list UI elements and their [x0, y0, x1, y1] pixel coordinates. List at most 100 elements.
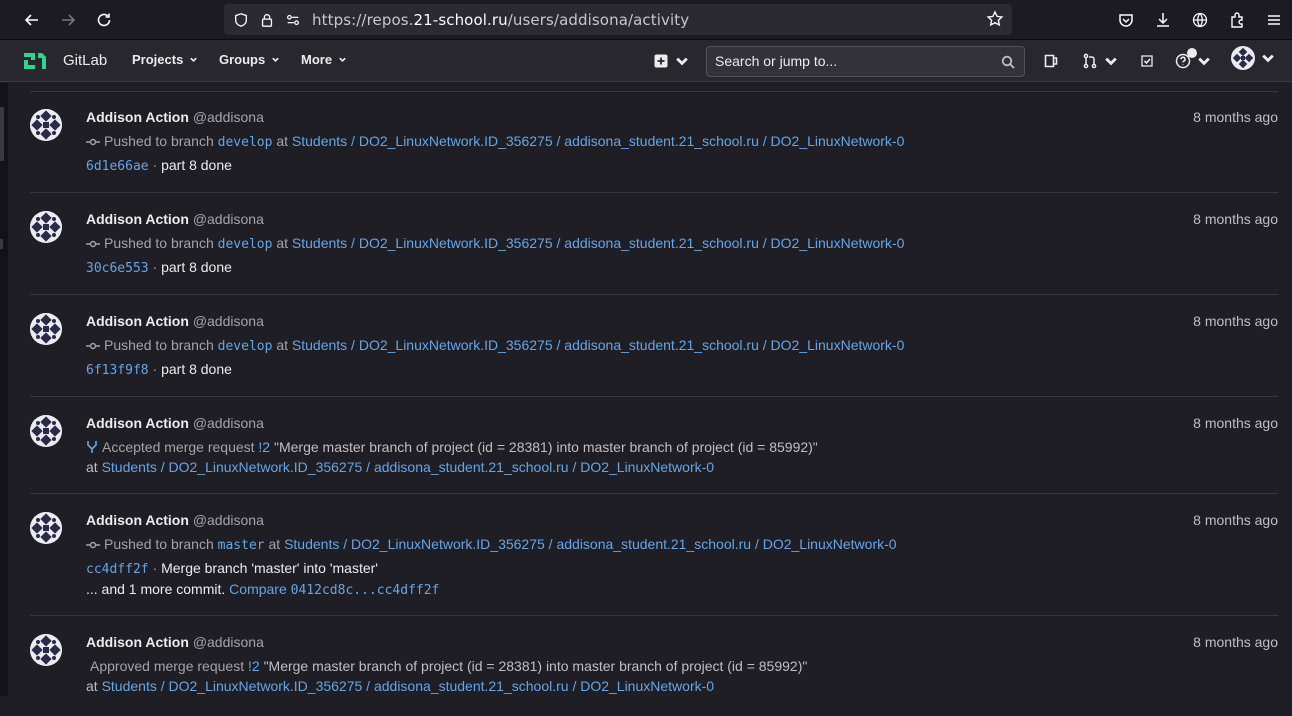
author-username[interactable]: @addisona [193, 512, 264, 528]
avatar[interactable] [30, 415, 62, 447]
event-action: Pushed to branch develop at Students / D… [86, 235, 904, 252]
avatar[interactable] [30, 313, 62, 345]
more-dropdown[interactable]: More [301, 52, 347, 67]
user-avatar-icon [30, 211, 62, 243]
author-username[interactable]: @addisona [193, 634, 264, 650]
project-line: at Students / DO2_LinuxNetwork.ID_356275… [86, 678, 714, 694]
project-link[interactable]: Students / DO2_LinuxNetwork.ID_356275 / … [284, 536, 896, 552]
search-input[interactable] [715, 53, 995, 69]
issues-icon[interactable] [1043, 52, 1059, 70]
action-text: Pushed to branch [104, 536, 214, 552]
at-text: at [86, 459, 98, 475]
event-action: Approved merge request !2 "Merge master … [90, 658, 807, 674]
brand-label[interactable]: GitLab [63, 52, 107, 69]
author-name[interactable]: Addison Action [86, 211, 189, 227]
event-time: 8 months ago [1193, 313, 1278, 329]
author-username[interactable]: @addisona [193, 211, 264, 227]
projects-label: Projects [132, 52, 183, 67]
url-bar[interactable]: https://repos.21-school.ru/users/addison… [224, 4, 1012, 35]
commit-icon [86, 540, 100, 550]
event-item: Addison Action @addisona Pushed to branc… [30, 295, 1278, 397]
avatar[interactable] [30, 211, 62, 243]
activity-feed: Addison Action @addisona Pushed to branc… [8, 83, 1292, 696]
sidebar-scroll-thumb[interactable] [0, 107, 4, 161]
merge-request-link[interactable]: !2 [258, 439, 270, 455]
author-name[interactable]: Addison Action [86, 415, 189, 431]
groups-label: Groups [219, 52, 265, 67]
branch-name[interactable]: master [218, 538, 265, 553]
avatar[interactable] [30, 512, 62, 544]
pocket-icon[interactable] [1107, 0, 1144, 40]
groups-dropdown[interactable]: Groups [219, 52, 280, 67]
event-time: 8 months ago [1193, 415, 1278, 431]
shield-icon[interactable] [232, 11, 250, 29]
author-name[interactable]: Addison Action [86, 634, 189, 650]
compare-link[interactable]: Compare [229, 581, 287, 597]
chevron-down-icon [189, 55, 198, 64]
event-author: Addison Action @addisona [86, 512, 264, 528]
plus-square-icon [653, 53, 669, 69]
permissions-icon[interactable] [284, 11, 302, 29]
project-link[interactable]: Students / DO2_LinuxNetwork.ID_356275 / … [292, 337, 904, 353]
download-icon[interactable] [1144, 0, 1181, 40]
project-link[interactable]: Students / DO2_LinuxNetwork.ID_356275 / … [292, 235, 904, 251]
merge-requests-dropdown[interactable] [1082, 52, 1119, 70]
project-link[interactable]: Students / DO2_LinuxNetwork.ID_356275 / … [102, 459, 714, 475]
menu-icon[interactable] [1255, 0, 1292, 40]
lock-icon[interactable] [258, 11, 276, 29]
extensions-icon[interactable] [1218, 0, 1255, 40]
author-username[interactable]: @addisona [193, 109, 264, 125]
url-text[interactable]: https://repos.21-school.ru/users/addison… [312, 11, 689, 29]
commit-sha[interactable]: 6f13f9f8 [86, 363, 149, 378]
event-author: Addison Action @addisona [86, 634, 264, 650]
more-label: More [301, 52, 332, 67]
author-name[interactable]: Addison Action [86, 109, 189, 125]
author-name[interactable]: Addison Action [86, 313, 189, 329]
avatar[interactable] [30, 109, 62, 141]
search-box[interactable] [706, 46, 1025, 77]
project-link[interactable]: Students / DO2_LinuxNetwork.ID_356275 / … [292, 133, 904, 149]
new-item-dropdown[interactable] [653, 52, 690, 70]
project-link[interactable]: Students / DO2_LinuxNetwork.ID_356275 / … [102, 678, 714, 694]
event-author: Addison Action @addisona [86, 415, 264, 431]
merge-request-icon [1082, 53, 1098, 69]
commit-message: part 8 done [161, 361, 232, 377]
branch-name[interactable]: develop [218, 339, 273, 354]
branch-name[interactable]: develop [218, 237, 273, 252]
event-item: Addison Action @addisona Pushed to branc… [30, 193, 1278, 295]
chevron-down-icon [338, 55, 347, 64]
compare-range-link[interactable]: 0412cd8c...cc4dff2f [291, 583, 440, 598]
chevron-down-icon [674, 53, 690, 69]
bookmark-star-icon[interactable] [986, 10, 1004, 28]
commit-sha[interactable]: 6d1e66ae [86, 159, 149, 174]
more-commits-text: ... and 1 more commit. [86, 581, 225, 597]
more-commits-line: ... and 1 more commit. Compare 0412cd8c.… [86, 581, 439, 598]
avatar[interactable] [30, 634, 62, 666]
commit-line: cc4dff2f · Merge branch 'master' into 'm… [86, 560, 378, 577]
todos-icon[interactable] [1139, 52, 1155, 70]
event-action: Pushed to branch develop at Students / D… [86, 337, 904, 354]
event-item: Addison Action @addisona Pushed to branc… [30, 494, 1278, 616]
event-item: Addison Action @addisona Accepted merge … [30, 397, 1278, 494]
author-username[interactable]: @addisona [193, 313, 264, 329]
back-icon[interactable] [14, 0, 50, 40]
reload-icon[interactable] [86, 0, 122, 40]
forward-icon[interactable] [50, 0, 86, 40]
merge-request-link[interactable]: !2 [248, 658, 260, 674]
action-text: Pushed to branch [104, 235, 214, 251]
commit-sha[interactable]: 30c6e553 [86, 261, 149, 276]
author-name[interactable]: Addison Action [86, 512, 189, 528]
author-username[interactable]: @addisona [193, 415, 264, 431]
commit-message: part 8 done [161, 259, 232, 275]
school21-logo-icon[interactable] [22, 49, 52, 73]
branch-name[interactable]: develop [218, 135, 273, 150]
event-author: Addison Action @addisona [86, 211, 264, 227]
search-icon[interactable] [1001, 55, 1015, 69]
event-author: Addison Action @addisona [86, 109, 264, 125]
globe-icon[interactable] [1181, 0, 1218, 40]
user-avatar-icon [30, 634, 62, 666]
projects-dropdown[interactable]: Projects [132, 52, 198, 67]
user-menu-dropdown[interactable] [1231, 49, 1276, 67]
commit-sha[interactable]: cc4dff2f [86, 562, 149, 577]
chevron-down-icon [1260, 50, 1276, 66]
